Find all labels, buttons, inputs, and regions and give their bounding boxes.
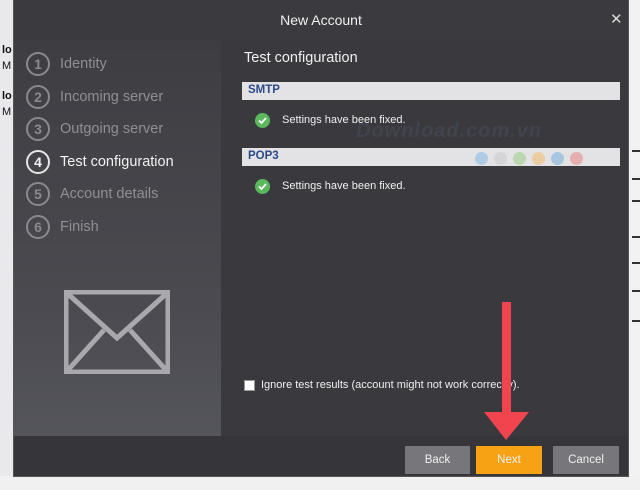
step-number-badge: 1: [26, 52, 50, 76]
checkbox[interactable]: [244, 379, 255, 391]
section-title: SMTP: [248, 84, 280, 96]
background-app-right: [628, 0, 640, 490]
step-test-configuration: 4 Test configuration: [26, 149, 174, 175]
dialog-footer: Back Next Cancel: [14, 436, 628, 476]
check-circle-icon: [255, 112, 270, 128]
background-app-left: lo M lo M: [0, 0, 14, 490]
background-item-sub: M: [2, 60, 12, 72]
step-number-badge: 4: [26, 150, 50, 174]
check-circle-icon: [255, 178, 270, 194]
step-finish: 6 Finish: [26, 214, 99, 240]
ignore-test-results-checkbox[interactable]: Ignore test results (account might not w…: [244, 379, 520, 391]
title-bar: New Account ✕: [14, 0, 628, 40]
status-text: Settings have been fixed.: [282, 180, 406, 192]
step-number-badge: 3: [26, 117, 50, 141]
step-number-badge: 6: [26, 215, 50, 239]
next-button[interactable]: Next: [476, 446, 542, 474]
step-label: Outgoing server: [60, 121, 164, 137]
step-label: Finish: [60, 219, 99, 235]
step-number-badge: 5: [26, 182, 50, 206]
step-identity: 1 Identity: [26, 51, 107, 77]
watermark: Download.com.vn: [356, 120, 543, 142]
step-label: Identity: [60, 56, 107, 72]
back-button[interactable]: Back: [405, 446, 470, 474]
background-app-bottom: [0, 476, 640, 490]
step-label: Test configuration: [60, 154, 174, 170]
pop3-result: Settings have been fixed.: [255, 177, 406, 195]
new-account-dialog: New Account ✕ 1 Identity 2 Incoming serv…: [14, 0, 628, 476]
step-incoming-server: 2 Incoming server: [26, 84, 163, 110]
background-item-sub: M: [2, 106, 12, 118]
page-title: Test configuration: [244, 50, 358, 66]
main-panel: Test configuration SMTP Settings have be…: [221, 40, 628, 436]
section-title: POP3: [248, 150, 279, 162]
step-account-details: 5 Account details: [26, 181, 158, 207]
dialog-title: New Account: [280, 12, 362, 28]
close-icon[interactable]: ✕: [610, 10, 623, 28]
background-item-title: lo: [2, 44, 12, 56]
background-item-title: lo: [2, 90, 12, 102]
checkbox-label: Ignore test results (account might not w…: [261, 379, 520, 391]
smtp-section-header: SMTP: [242, 82, 620, 100]
envelope-icon: [64, 290, 170, 374]
watermark-dots: [475, 152, 589, 165]
step-label: Incoming server: [60, 89, 164, 105]
wizard-steps-sidebar: 1 Identity 2 Incoming server 3 Outgoing …: [14, 40, 221, 436]
step-label: Account details: [60, 186, 159, 202]
step-number-badge: 2: [26, 85, 50, 109]
step-outgoing-server: 3 Outgoing server: [26, 116, 163, 142]
cancel-button[interactable]: Cancel: [553, 446, 619, 474]
